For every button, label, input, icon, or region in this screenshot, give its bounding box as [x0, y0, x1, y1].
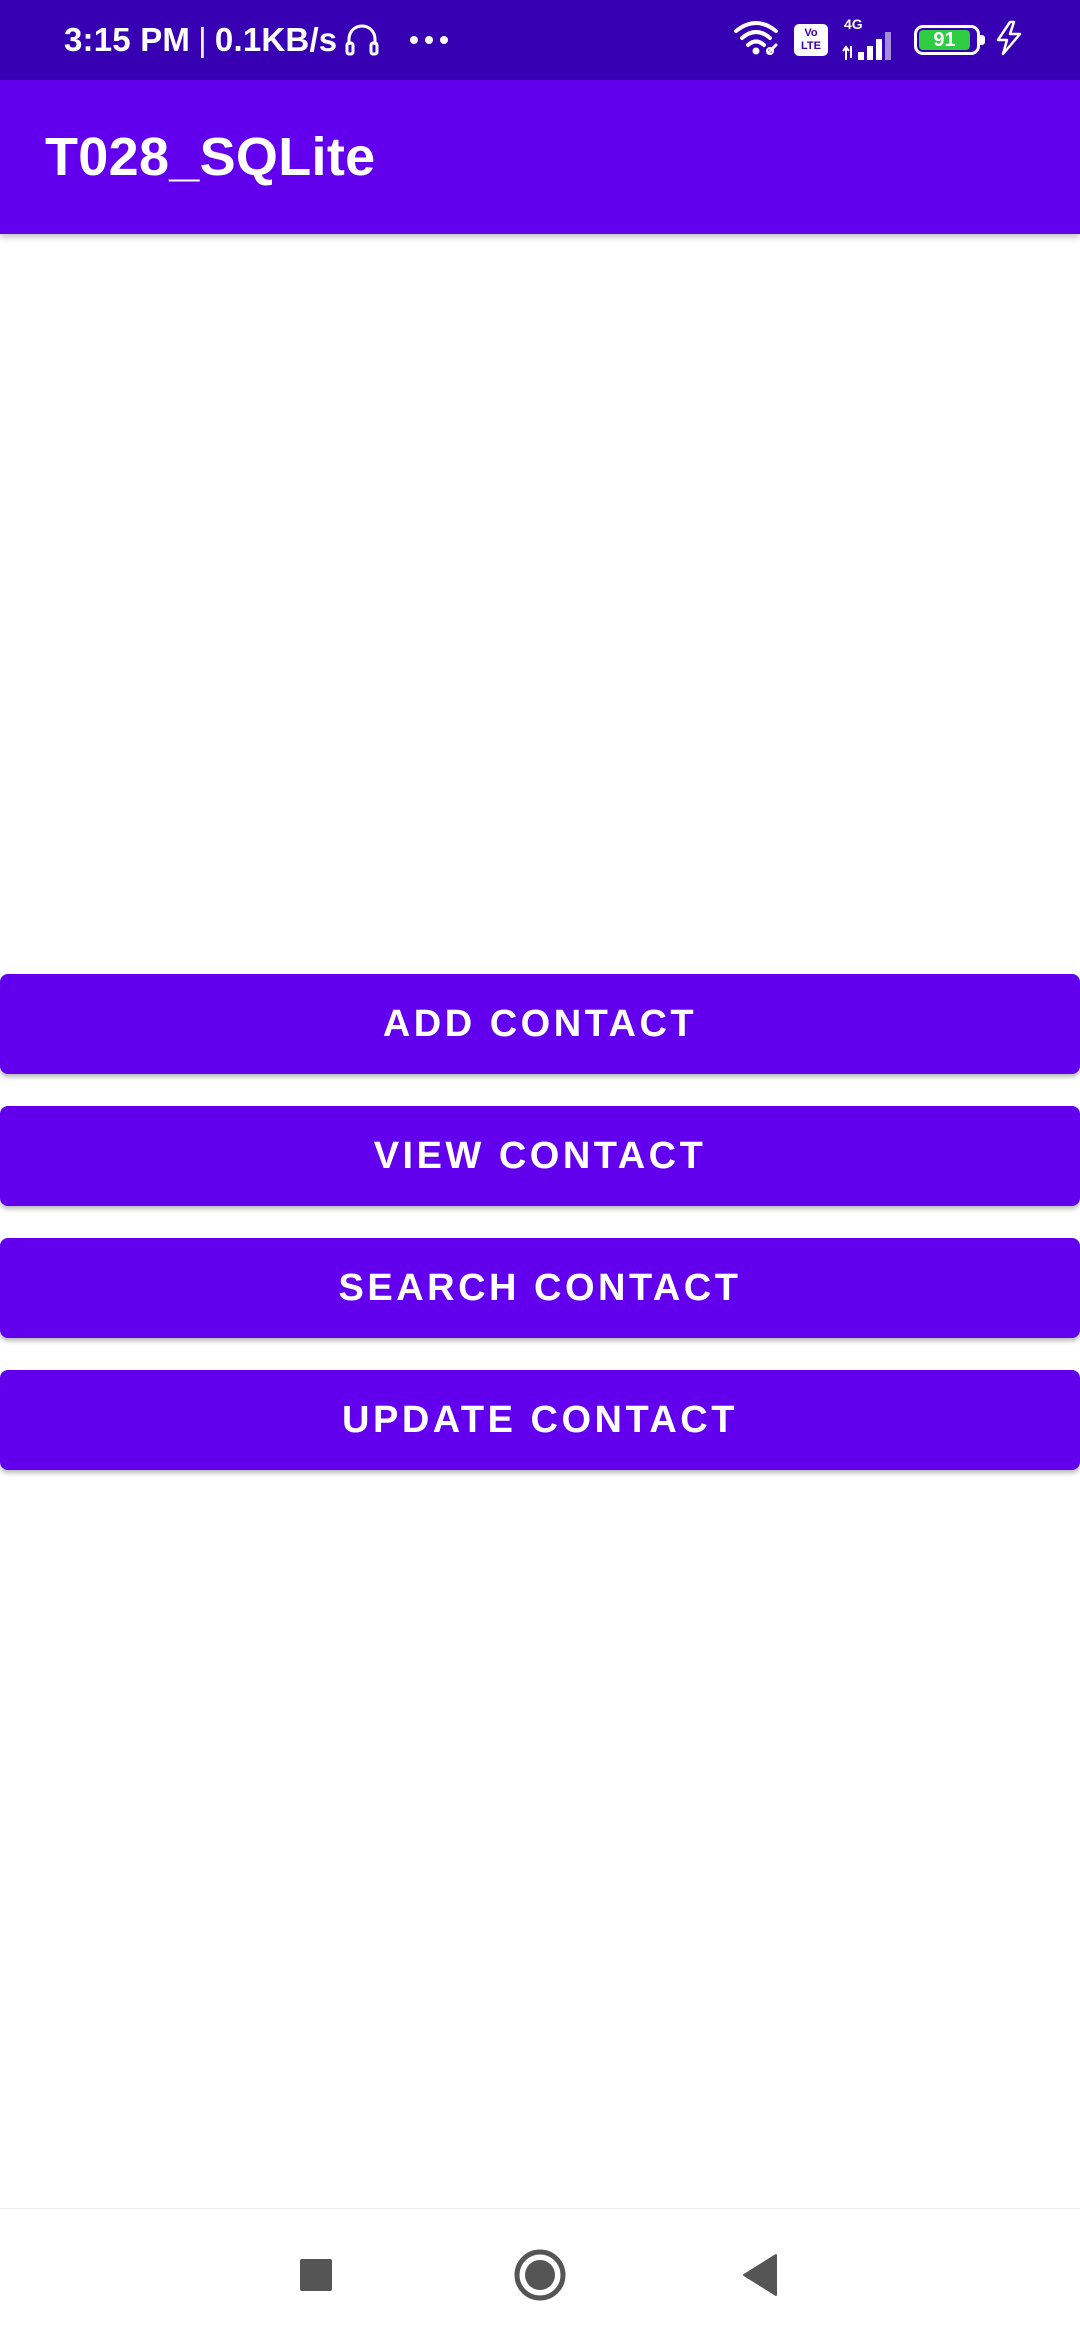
- more-dots-icon: [410, 0, 448, 80]
- recents-square-icon[interactable]: [256, 2209, 376, 2340]
- app-bar: T028_SQLite: [0, 80, 1080, 234]
- volte-bottom-label: LTE: [801, 40, 821, 52]
- screen: 3:15 PM | 0.1KB/s Vo LTE 4G 91 T028_SQLi…: [0, 0, 1080, 2340]
- add-contact-button[interactable]: ADD CONTACT: [0, 974, 1080, 1074]
- status-time: 3:15 PM: [64, 21, 191, 58]
- volte-icon: Vo LTE: [794, 24, 828, 56]
- battery-level: 91: [919, 29, 970, 51]
- app-title: T028_SQLite: [45, 127, 376, 187]
- volte-top-label: Vo: [804, 27, 818, 39]
- update-contact-button[interactable]: UPDATE CONTACT: [0, 1370, 1080, 1470]
- search-contact-button[interactable]: SEARCH CONTACT: [0, 1238, 1080, 1338]
- status-separator: |: [198, 21, 207, 58]
- signal-icon: 4G: [842, 16, 900, 64]
- status-bar: 3:15 PM | 0.1KB/s Vo LTE 4G 91: [0, 0, 1080, 80]
- charging-icon: [994, 20, 1024, 61]
- wifi-icon: [732, 19, 780, 62]
- navigation-bar: [0, 2208, 1080, 2340]
- back-triangle-icon[interactable]: [700, 2209, 820, 2340]
- headset-icon: [343, 21, 381, 59]
- status-left-group: 3:15 PM | 0.1KB/s: [64, 0, 381, 80]
- home-circle-icon[interactable]: [480, 2209, 600, 2340]
- status-right-group: Vo LTE 4G 91: [732, 0, 1024, 80]
- battery-icon: 91: [914, 25, 985, 55]
- view-contact-button[interactable]: VIEW CONTACT: [0, 1106, 1080, 1206]
- data-speed: 0.1KB/s: [214, 21, 338, 58]
